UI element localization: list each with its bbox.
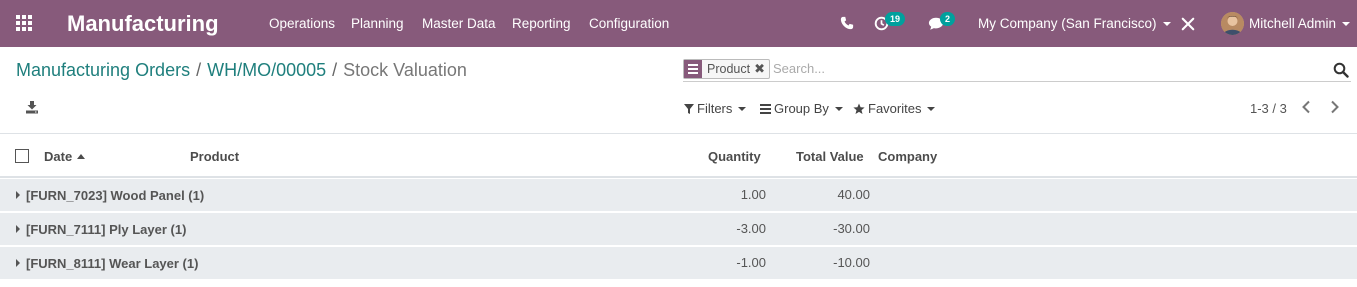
chevron-down-icon [834,106,843,111]
chat-icon[interactable]: 2 [928,12,958,36]
menu-planning[interactable]: Planning [351,16,404,31]
user-menu[interactable]: Mitchell Admin [1249,16,1351,31]
pager-next-icon[interactable] [1330,100,1344,116]
group-by-label: Group By [774,101,829,116]
filters-label: Filters [697,101,733,116]
table-group-row[interactable]: [FURN_7111] Ply Layer (1) -3.00 -30.00 [0,213,1357,246]
debug-tools-icon[interactable] [1181,17,1195,37]
group-name: [FURN_7111] Ply Layer (1) [26,222,187,237]
messages-count-badge: 2 [940,12,956,26]
activity-count-badge: 19 [885,12,906,26]
select-all-checkbox[interactable] [15,149,29,163]
chevron-down-icon [1162,22,1171,27]
avatar[interactable] [1221,12,1244,35]
column-header-date[interactable]: Date [44,149,86,164]
breadcrumb-separator: / [332,60,338,80]
caret-right-icon [16,225,20,233]
group-by-facet-icon [684,60,702,78]
group-by-icon [760,103,771,114]
download-icon[interactable] [25,100,39,114]
phone-icon[interactable] [840,16,854,36]
star-icon [853,103,865,114]
search-input[interactable] [773,61,1313,76]
pager-previous-icon[interactable] [1301,100,1315,116]
breadcrumb: Manufacturing Orders / WH/MO/00005/Stock V… [16,60,467,81]
app-title[interactable]: Manufacturing [67,11,219,37]
group-total-value: -10.00 [833,255,870,270]
chevron-down-icon [738,106,747,111]
breadcrumb-manufacturing-orders[interactable]: Manufacturing Orders [16,60,190,80]
column-header-quantity[interactable]: Quantity [708,149,761,164]
group-name: [FURN_8111] Wear Layer (1) [26,256,199,271]
group-quantity: -1.00 [736,255,766,270]
table-group-row[interactable]: [FURN_8111] Wear Layer (1) -1.00 -10.00 [0,247,1357,280]
menu-reporting[interactable]: Reporting [512,16,571,31]
column-date-label: Date [44,149,73,164]
menu-master-data[interactable]: Master Data [422,16,496,31]
filter-icon [684,103,694,114]
sort-ascending-icon [77,154,86,160]
breadcrumb-mo-reference[interactable]: WH/MO/00005 [207,60,326,80]
search-bar: Product ✖ [683,58,1351,82]
table-group-row[interactable]: [FURN_7023] Wood Panel (1) 1.00 40.00 [0,179,1357,212]
group-total-value: -30.00 [833,221,870,236]
search-facet: Product ✖ [683,59,770,79]
favorites-button[interactable]: Favorites [853,101,936,116]
search-icon[interactable] [1333,62,1349,78]
group-total-value: 40.00 [837,187,870,202]
apps-grid-icon[interactable] [16,15,34,31]
caret-right-icon [16,259,20,267]
breadcrumb-separator: / [196,60,202,80]
favorites-label: Favorites [868,101,922,116]
column-header-total-value[interactable]: Total Value [796,149,864,164]
facet-label: Product [707,62,751,76]
menu-operations[interactable]: Operations [269,16,335,31]
group-by-button[interactable]: Group By [760,101,843,116]
column-header-product[interactable]: Product [190,149,239,164]
column-header-company[interactable]: Company [878,149,937,164]
top-navbar: Manufacturing Operations Planning Master… [0,0,1357,47]
filters-button[interactable]: Filters [684,101,747,116]
user-name: Mitchell Admin [1249,16,1337,31]
chevron-down-icon [927,106,936,111]
pager-value[interactable]: 1-3 / 3 [1250,101,1287,116]
chevron-down-icon [1342,22,1351,27]
company-switcher[interactable]: My Company (San Francisco) [978,16,1171,31]
group-quantity: 1.00 [740,187,766,202]
group-quantity: -3.00 [736,221,766,236]
company-name: My Company (San Francisco) [978,16,1157,31]
menu-configuration[interactable]: Configuration [589,16,669,31]
page-title: Stock Valuation [343,60,467,80]
facet-remove-icon[interactable]: ✖ [754,61,769,77]
activity-clock-icon[interactable]: 19 [874,12,906,36]
list-header: Date Product Quantity Total Value Compan… [0,134,1357,178]
group-name: [FURN_7023] Wood Panel (1) [26,188,205,203]
caret-right-icon [16,191,20,199]
